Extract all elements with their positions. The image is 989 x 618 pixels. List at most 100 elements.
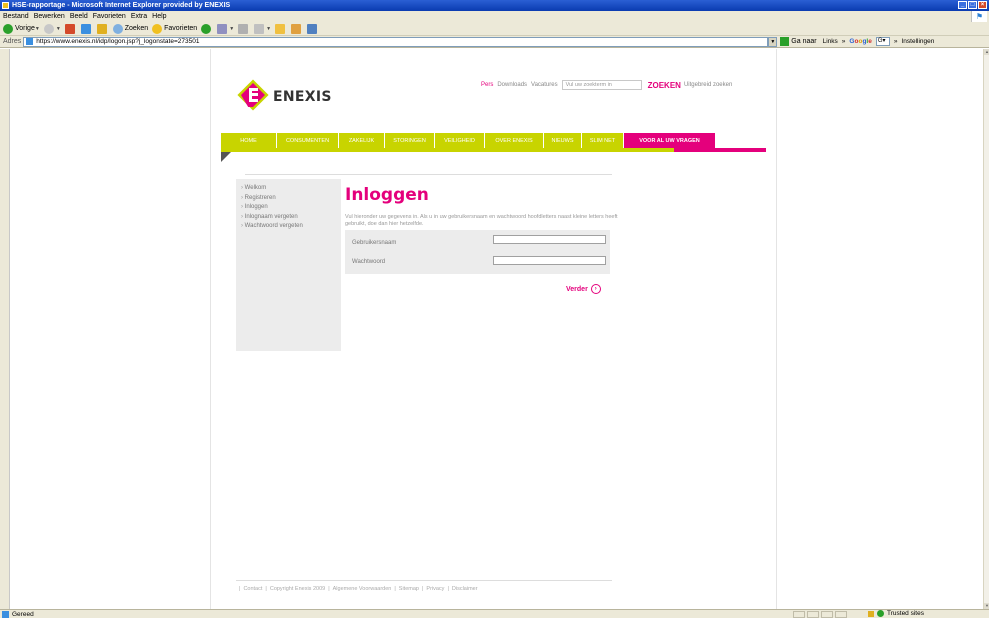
scroll-up-icon[interactable]: ▲ — [984, 49, 989, 55]
sidebar-item-inlognaam-vergeten[interactable]: Inlognaam vergeten — [241, 214, 336, 220]
username-field[interactable] — [493, 235, 606, 244]
messenger-button[interactable] — [291, 23, 303, 34]
favorites-label: Favorieten — [164, 25, 198, 32]
mail-button[interactable]: ▼ — [217, 23, 234, 34]
menu-extra[interactable]: Extra — [131, 13, 147, 20]
address-label: Adres — [3, 38, 22, 45]
footer-link-voorwaarden[interactable]: Algemene Voorwaarden — [333, 586, 392, 592]
menu-bestand[interactable]: Bestand — [3, 13, 29, 20]
history-icon — [201, 23, 212, 34]
go-button[interactable]: Ga naar — [780, 37, 817, 46]
nav-over-enexis[interactable]: OVER ENEXIS — [485, 133, 544, 148]
search-label: Zoeken — [124, 25, 149, 32]
sidebar-item-wachtwoord-vergeten[interactable]: Wachtwoord vergeten — [241, 223, 336, 229]
research-button[interactable] — [307, 23, 319, 34]
messenger-icon — [291, 23, 302, 34]
login-form: Gebruikersnaam Wachtwoord — [345, 230, 610, 274]
forward-button[interactable]: ▼ — [43, 23, 61, 34]
settings-button[interactable]: Instellingen — [901, 38, 934, 45]
menu-beeld[interactable]: Beeld — [70, 13, 88, 20]
chevron-right-icon: » — [841, 38, 846, 45]
links-button[interactable]: Links — [823, 38, 838, 45]
footer-copyright: Copyright Enexis 2009 — [269, 586, 326, 592]
content-divider — [245, 174, 612, 175]
chevron-down-icon: ▼ — [266, 25, 272, 32]
brand-name: ENEXIS — [273, 89, 332, 105]
nav-voor-al-uw-vragen[interactable]: VOOR AL UW VRAGEN — [624, 133, 716, 148]
favorites-button[interactable]: Favorieten — [152, 23, 198, 34]
footer-divider — [236, 580, 612, 581]
sidebar-item-welkom[interactable]: Welkom — [241, 185, 336, 191]
intro-text: Vul hieronder uw gegevens in. Als u in u… — [345, 214, 618, 227]
arrow-right-circle-icon: › — [590, 284, 601, 294]
chevron-down-icon: ▼ — [34, 25, 40, 32]
footer-links: | Contact | Copyright Enexis 2009 | Alge… — [239, 586, 478, 592]
address-dropdown-button[interactable]: ▼ — [768, 36, 778, 47]
link-vacatures[interactable]: Vacatures — [531, 82, 558, 88]
nav-slim-net[interactable]: SLIM NET — [582, 133, 624, 148]
footer-sep: | — [394, 586, 396, 592]
nav-corner-shadow — [221, 152, 231, 162]
nav-consumenten[interactable]: CONSUMENTEN — [277, 133, 339, 148]
verder-button[interactable]: Verder › — [566, 284, 601, 294]
advanced-search-link[interactable]: Uitgebreid zoeken — [684, 82, 732, 88]
footer-sep: | — [239, 586, 241, 592]
go-arrow-icon — [780, 37, 790, 46]
address-bar: Adres https://www.enexis.nl/idp/logon.js… — [0, 36, 989, 48]
password-field[interactable] — [493, 256, 606, 265]
edit-icon — [254, 23, 265, 34]
refresh-button[interactable] — [80, 23, 93, 34]
password-label: Wachtwoord — [352, 259, 386, 265]
window-titlebar: HSE-rapportage - Microsoft Internet Expl… — [0, 0, 989, 11]
status-bar: Gereed Trusted sites — [0, 609, 989, 618]
footer-link-privacy[interactable]: Privacy — [426, 586, 444, 592]
enexis-logo[interactable]: ENEXIS — [237, 79, 332, 111]
link-pers[interactable]: Pers — [481, 82, 493, 88]
print-button[interactable] — [238, 23, 250, 34]
username-label: Gebruikersnaam — [352, 240, 397, 246]
trusted-zone-icon — [877, 610, 884, 617]
maximize-button[interactable]: □ — [968, 1, 977, 9]
close-button[interactable]: × — [978, 1, 987, 9]
address-input[interactable]: https://www.enexis.nl/idp/logon.jsp?j_lo… — [23, 36, 769, 47]
search-submit-button[interactable]: ZOEKEN — [648, 81, 681, 90]
zone-label: Trusted sites — [887, 610, 924, 617]
back-button[interactable]: Vorige ▼ — [3, 23, 40, 34]
security-zone: Trusted sites — [868, 610, 924, 617]
nav-home[interactable]: HOME — [221, 133, 277, 148]
google-search-input[interactable]: G▾ — [875, 37, 890, 46]
footer-link-sitemap[interactable]: Sitemap — [399, 586, 419, 592]
vertical-scrollbar[interactable]: ▲ ▼ — [983, 49, 989, 609]
nav-nieuws[interactable]: NIEUWS — [544, 133, 582, 148]
menu-help[interactable]: Help — [152, 13, 166, 20]
history-button[interactable] — [201, 23, 213, 34]
link-downloads[interactable]: Downloads — [497, 82, 527, 88]
minimize-button[interactable]: _ — [958, 1, 967, 9]
footer-link-disclaimer[interactable]: Disclaimer — [452, 586, 478, 592]
sidebar-item-registreren[interactable]: Registreren — [241, 195, 336, 201]
back-label: Vorige — [15, 25, 35, 32]
folder-button[interactable] — [275, 23, 287, 34]
nav-zakelijk[interactable]: ZAKELIJK — [339, 133, 385, 148]
edit-button[interactable]: ▼ — [254, 23, 272, 34]
menu-bewerken[interactable]: Bewerken — [34, 13, 65, 20]
top-links: Pers Downloads Vacatures Vul uw zoekterm… — [481, 80, 736, 90]
page-title: Inloggen — [345, 185, 429, 205]
google-toolbar-logo[interactable]: Google — [849, 38, 871, 45]
site-search-input[interactable]: Vul uw zoekterm in — [561, 80, 642, 90]
stop-button[interactable] — [64, 23, 77, 34]
enexis-logo-mark — [237, 79, 269, 111]
menu-favorieten[interactable]: Favorieten — [93, 13, 126, 20]
star-icon — [152, 23, 163, 34]
ie-icon — [2, 2, 9, 9]
window-title: HSE-rapportage - Microsoft Internet Expl… — [12, 2, 231, 9]
search-icon — [112, 23, 123, 34]
home-button[interactable] — [96, 23, 109, 34]
content-border-right — [776, 49, 777, 609]
search-button[interactable]: Zoeken — [112, 23, 149, 34]
home-icon — [96, 23, 107, 34]
nav-veiligheid[interactable]: VEILIGHEID — [435, 133, 485, 148]
footer-link-contact[interactable]: Contact — [243, 586, 262, 592]
sidebar-item-inloggen[interactable]: Inloggen — [241, 204, 336, 210]
nav-storingen[interactable]: STORINGEN — [385, 133, 435, 148]
